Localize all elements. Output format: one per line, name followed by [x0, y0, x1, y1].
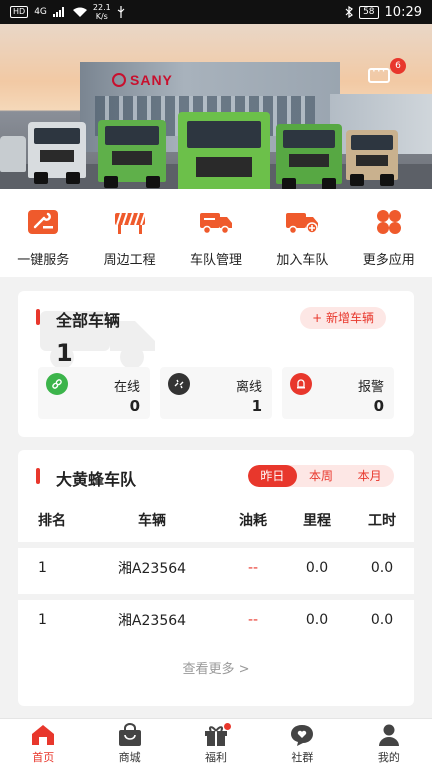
- link-icon: [46, 373, 68, 395]
- stat-online[interactable]: 在线 0: [38, 367, 150, 419]
- truck-illustration: [178, 112, 270, 189]
- truck-manage-icon: [199, 213, 232, 235]
- user-icon: [378, 724, 399, 746]
- welfare-dot-badge: [224, 723, 232, 730]
- table-row[interactable]: 1 湘A23564 -- 0.0 0.0: [18, 542, 414, 588]
- quick-item-more-apps[interactable]: 更多应用: [346, 189, 432, 277]
- truck-illustration: [276, 124, 342, 189]
- fleet-ranking-card: 大黄蜂车队 昨日 本周 本月 排名 车辆 油耗 里程 工时 1 湘A23564 …: [18, 450, 414, 706]
- truck-illustration: [98, 120, 166, 188]
- usb-icon: [117, 6, 125, 18]
- bottom-tab-bar: 首页 商城 福利 社群 我的: [0, 718, 432, 768]
- chat-heart-icon: [291, 725, 314, 746]
- message-icon: [368, 64, 390, 83]
- alarm-icon: [290, 373, 312, 395]
- network-speed: 22.1 K/s: [92, 3, 111, 21]
- hero-banner[interactable]: SANY 6: [0, 24, 432, 189]
- unlink-icon: [168, 373, 190, 395]
- hd-indicator: HD: [10, 6, 29, 18]
- battery-indicator: 58: [359, 5, 379, 19]
- all-vehicles-title: 全部车辆: [56, 311, 121, 330]
- truck-illustration: [0, 136, 26, 172]
- stat-alarm-value: 0: [373, 397, 384, 415]
- fleet-title: 大黄蜂车队: [56, 470, 137, 489]
- quick-item-fleet-manage[interactable]: 车队管理: [173, 189, 259, 277]
- wifi-icon: [72, 7, 87, 17]
- message-badge: 6: [390, 58, 406, 74]
- quick-menu: 一键服务 周边工程 车队管理 加入车队 更多应用: [0, 189, 432, 277]
- tab-home[interactable]: 首页: [0, 719, 86, 768]
- status-bar: HD 4G 22.1 K/s 58 10:29: [0, 0, 432, 24]
- tab-community[interactable]: 社群: [259, 719, 345, 768]
- tab-this-month[interactable]: 本月: [345, 465, 394, 487]
- stat-online-value: 0: [129, 397, 140, 415]
- bluetooth-icon: [345, 6, 354, 18]
- signal-icon: [52, 7, 64, 17]
- truck-add-icon: [286, 213, 319, 235]
- view-more-link[interactable]: 查看更多 >: [18, 658, 414, 677]
- add-vehicle-button[interactable]: + 新增车辆: [300, 307, 386, 329]
- stat-offline[interactable]: 离线 1: [160, 367, 272, 419]
- tab-shop[interactable]: 商城: [86, 719, 172, 768]
- quick-item-service[interactable]: 一键服务: [0, 189, 86, 277]
- truck-illustration: [346, 130, 398, 186]
- tab-welfare[interactable]: 福利: [173, 719, 259, 768]
- wrench-service-icon: [28, 210, 59, 234]
- stat-alarm[interactable]: 报警 0: [282, 367, 394, 419]
- grid-apps-icon: [376, 210, 401, 234]
- barrier-icon: [114, 212, 146, 234]
- tab-yesterday[interactable]: 昨日: [248, 465, 297, 487]
- vehicle-total: 1: [56, 339, 73, 367]
- all-vehicles-card: 全部车辆 + 新增车辆 1 在线 0 离线 1 报警 0: [18, 291, 414, 437]
- message-button[interactable]: 6: [368, 58, 406, 84]
- truck-illustration: [28, 122, 86, 184]
- quick-item-join-fleet[interactable]: 加入车队: [259, 189, 345, 277]
- network-indicator: 4G: [34, 7, 47, 17]
- stat-offline-value: 1: [251, 397, 262, 415]
- table-row[interactable]: 1 湘A23564 -- 0.0 0.0: [18, 594, 414, 640]
- tab-this-week[interactable]: 本周: [297, 465, 346, 487]
- table-header: 排名 车辆 油耗 里程 工时: [38, 513, 396, 529]
- quick-item-nearby[interactable]: 周边工程: [86, 189, 172, 277]
- clock: 10:29: [384, 4, 422, 20]
- brand-logo: SANY: [112, 72, 173, 88]
- shop-bag-icon: [118, 723, 141, 746]
- period-selector: 昨日 本周 本月: [248, 465, 394, 487]
- tab-mine[interactable]: 我的: [346, 719, 432, 768]
- home-icon: [32, 725, 55, 745]
